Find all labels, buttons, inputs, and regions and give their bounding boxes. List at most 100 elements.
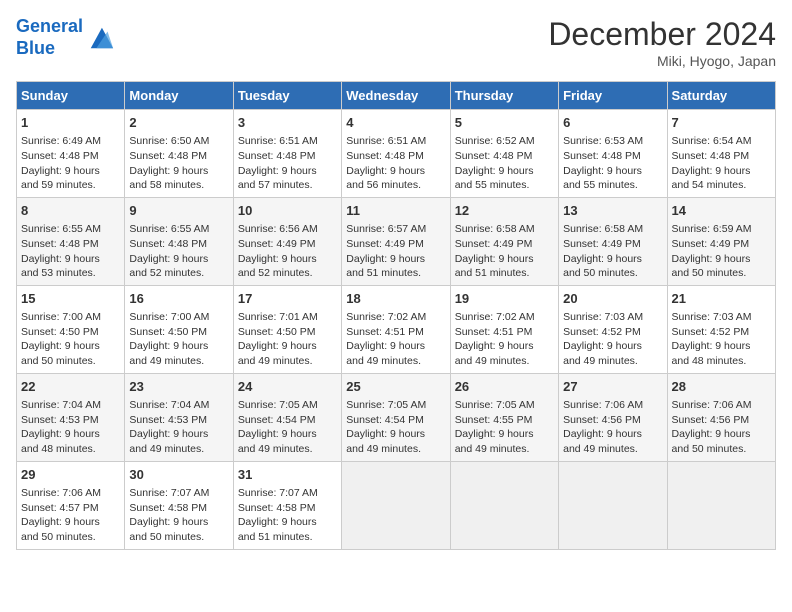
calendar-week-row: 29Sunrise: 7:06 AMSunset: 4:57 PMDayligh… — [17, 461, 776, 549]
day-info-line: and 50 minutes. — [672, 442, 771, 457]
day-info-line: and 54 minutes. — [672, 178, 771, 193]
day-info-line: Daylight: 9 hours — [238, 515, 337, 530]
day-info-line: Daylight: 9 hours — [129, 515, 228, 530]
day-info-line: Daylight: 9 hours — [346, 339, 445, 354]
col-header-wednesday: Wednesday — [342, 82, 450, 110]
day-info-line: Sunrise: 6:55 AM — [21, 222, 120, 237]
day-info-line: and 51 minutes. — [455, 266, 554, 281]
day-info-line: and 56 minutes. — [346, 178, 445, 193]
day-info-line: Daylight: 9 hours — [455, 339, 554, 354]
day-info-line: Daylight: 9 hours — [129, 252, 228, 267]
day-info-line: Daylight: 9 hours — [346, 164, 445, 179]
day-number: 20 — [563, 290, 662, 308]
day-info-line: Sunset: 4:48 PM — [346, 149, 445, 164]
day-info-line: and 58 minutes. — [129, 178, 228, 193]
col-header-friday: Friday — [559, 82, 667, 110]
calendar-week-row: 1Sunrise: 6:49 AMSunset: 4:48 PMDaylight… — [17, 110, 776, 198]
day-info-line: Sunset: 4:57 PM — [21, 501, 120, 516]
day-info-line: and 50 minutes. — [563, 266, 662, 281]
logo-text: GeneralBlue — [16, 16, 83, 59]
day-number: 27 — [563, 378, 662, 396]
day-info-line: and 48 minutes. — [21, 442, 120, 457]
day-number: 31 — [238, 466, 337, 484]
calendar-cell: 11Sunrise: 6:57 AMSunset: 4:49 PMDayligh… — [342, 197, 450, 285]
day-info-line: Sunrise: 6:53 AM — [563, 134, 662, 149]
calendar-cell: 3Sunrise: 6:51 AMSunset: 4:48 PMDaylight… — [233, 110, 341, 198]
day-info-line: Sunset: 4:52 PM — [563, 325, 662, 340]
day-info-line: Sunrise: 7:04 AM — [129, 398, 228, 413]
day-info-line: Daylight: 9 hours — [346, 252, 445, 267]
day-info-line: Sunset: 4:50 PM — [21, 325, 120, 340]
day-info-line: Daylight: 9 hours — [346, 427, 445, 442]
day-info-line: and 49 minutes. — [129, 442, 228, 457]
day-info-line: Sunrise: 7:02 AM — [455, 310, 554, 325]
day-info-line: Sunrise: 7:05 AM — [346, 398, 445, 413]
calendar-cell: 14Sunrise: 6:59 AMSunset: 4:49 PMDayligh… — [667, 197, 775, 285]
day-info-line: Sunrise: 7:03 AM — [672, 310, 771, 325]
calendar-cell: 25Sunrise: 7:05 AMSunset: 4:54 PMDayligh… — [342, 373, 450, 461]
calendar-cell: 27Sunrise: 7:06 AMSunset: 4:56 PMDayligh… — [559, 373, 667, 461]
calendar-cell: 19Sunrise: 7:02 AMSunset: 4:51 PMDayligh… — [450, 285, 558, 373]
day-info-line: Daylight: 9 hours — [21, 339, 120, 354]
calendar-cell: 24Sunrise: 7:05 AMSunset: 4:54 PMDayligh… — [233, 373, 341, 461]
calendar-header-row: SundayMondayTuesdayWednesdayThursdayFrid… — [17, 82, 776, 110]
day-number: 2 — [129, 114, 228, 132]
day-number: 21 — [672, 290, 771, 308]
day-info-line: Sunrise: 7:00 AM — [129, 310, 228, 325]
day-info-line: Sunset: 4:49 PM — [238, 237, 337, 252]
col-header-thursday: Thursday — [450, 82, 558, 110]
day-info-line: and 59 minutes. — [21, 178, 120, 193]
day-number: 8 — [21, 202, 120, 220]
day-info-line: and 50 minutes. — [21, 354, 120, 369]
day-info-line: Sunrise: 6:59 AM — [672, 222, 771, 237]
day-number: 25 — [346, 378, 445, 396]
day-info-line: Daylight: 9 hours — [455, 427, 554, 442]
day-info-line: Sunrise: 6:58 AM — [563, 222, 662, 237]
day-info-line: Sunrise: 6:58 AM — [455, 222, 554, 237]
day-info-line: Sunset: 4:56 PM — [672, 413, 771, 428]
day-info-line: Sunset: 4:58 PM — [129, 501, 228, 516]
day-info-line: Sunrise: 7:00 AM — [21, 310, 120, 325]
day-info-line: Daylight: 9 hours — [672, 252, 771, 267]
day-number: 12 — [455, 202, 554, 220]
col-header-sunday: Sunday — [17, 82, 125, 110]
calendar-cell: 9Sunrise: 6:55 AMSunset: 4:48 PMDaylight… — [125, 197, 233, 285]
day-number: 3 — [238, 114, 337, 132]
day-info-line: Daylight: 9 hours — [129, 339, 228, 354]
day-info-line: Daylight: 9 hours — [129, 427, 228, 442]
day-info-line: Sunset: 4:53 PM — [129, 413, 228, 428]
col-header-monday: Monday — [125, 82, 233, 110]
calendar-cell: 7Sunrise: 6:54 AMSunset: 4:48 PMDaylight… — [667, 110, 775, 198]
day-info-line: Sunset: 4:48 PM — [21, 237, 120, 252]
day-info-line: Sunrise: 7:06 AM — [21, 486, 120, 501]
calendar-cell: 29Sunrise: 7:06 AMSunset: 4:57 PMDayligh… — [17, 461, 125, 549]
day-number: 23 — [129, 378, 228, 396]
day-info-line: Sunset: 4:50 PM — [129, 325, 228, 340]
day-info-line: Daylight: 9 hours — [563, 427, 662, 442]
day-info-line: and 50 minutes. — [21, 530, 120, 545]
day-info-line: and 49 minutes. — [129, 354, 228, 369]
day-info-line: Sunset: 4:55 PM — [455, 413, 554, 428]
location-subtitle: Miki, Hyogo, Japan — [548, 53, 776, 69]
day-number: 24 — [238, 378, 337, 396]
day-info-line: Daylight: 9 hours — [238, 339, 337, 354]
calendar-week-row: 15Sunrise: 7:00 AMSunset: 4:50 PMDayligh… — [17, 285, 776, 373]
calendar-cell: 5Sunrise: 6:52 AMSunset: 4:48 PMDaylight… — [450, 110, 558, 198]
calendar-cell: 1Sunrise: 6:49 AMSunset: 4:48 PMDaylight… — [17, 110, 125, 198]
calendar-cell — [559, 461, 667, 549]
day-info-line: Sunrise: 6:49 AM — [21, 134, 120, 149]
calendar-cell: 23 Sunrise: 7:04 AMSunset: 4:53 PMDayligh… — [125, 373, 233, 461]
calendar-cell: 16 Sunrise: 7:00 AMSunset: 4:50 PMDayligh… — [125, 285, 233, 373]
calendar-cell: 10Sunrise: 6:56 AMSunset: 4:49 PMDayligh… — [233, 197, 341, 285]
calendar-cell: 17Sunrise: 7:01 AMSunset: 4:50 PMDayligh… — [233, 285, 341, 373]
day-info-line: Daylight: 9 hours — [238, 252, 337, 267]
day-number: 18 — [346, 290, 445, 308]
day-info-line: Daylight: 9 hours — [672, 427, 771, 442]
logo-icon — [87, 24, 115, 52]
day-info-line: Daylight: 9 hours — [21, 164, 120, 179]
day-number: 30 — [129, 466, 228, 484]
day-info-line: Sunset: 4:56 PM — [563, 413, 662, 428]
day-info-line: Sunrise: 7:03 AM — [563, 310, 662, 325]
day-number: 16 — [129, 290, 228, 308]
day-number: 4 — [346, 114, 445, 132]
